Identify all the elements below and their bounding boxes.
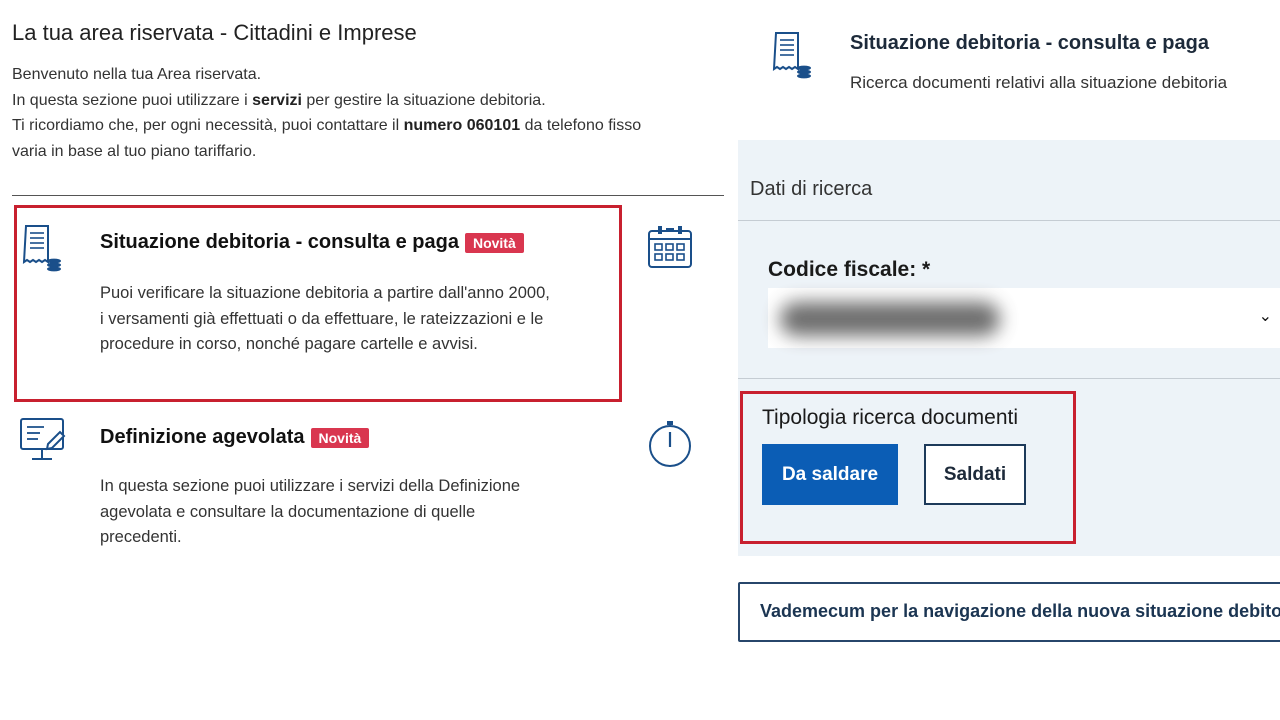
intro-line-1: Benvenuto nella tua Area riservata.	[12, 66, 262, 83]
intro-line-2: In questa sezione puoi utilizzare i serv…	[12, 91, 546, 109]
highlight-box	[740, 391, 1076, 544]
calendar-icon	[646, 223, 694, 276]
highlight-box	[14, 205, 622, 402]
chevron-down-icon: ⌄	[1258, 308, 1272, 325]
monitor-edit-icon	[18, 416, 68, 469]
service-card-definizione-agevolata[interactable]: Definizione agevolata Novità In questa s…	[0, 410, 728, 570]
service-title[interactable]: Definizione agevolata Novità	[100, 426, 370, 449]
vademecum-label: Vademecum per la navigazione della nuova…	[760, 601, 1280, 621]
service-header-subtitle: Ricerca documenti relativi alla situazio…	[850, 73, 1228, 92]
intro-line-3: Ti ricordiamo che, per ogni necessità, p…	[12, 117, 642, 134]
right-screenshot: Situazione debitoria - consulta e paga R…	[728, 0, 1280, 720]
page-title: La tua area riservata - Cittadini e Impr…	[12, 20, 417, 45]
service-header-title: Situazione debitoria - consulta e paga	[850, 32, 1209, 54]
divider	[12, 195, 724, 196]
codice-fiscale-label: Codice fiscale: *	[768, 258, 931, 281]
left-screenshot: La tua area riservata - Cittadini e Impr…	[0, 0, 728, 720]
intro-text: Benvenuto nella tua Area riservata. In q…	[12, 62, 728, 164]
service-description: In questa sezione puoi utilizzare i serv…	[100, 477, 521, 546]
panel-title: Dati di ricerca	[750, 178, 873, 200]
codice-fiscale-select[interactable]: ⌄	[768, 288, 1280, 348]
vademecum-button[interactable]: Vademecum per la navigazione della nuova…	[738, 582, 1280, 642]
intro-line-4: varia in base al tuo piano tariffario.	[12, 142, 257, 160]
divider	[738, 378, 1280, 379]
divider	[738, 220, 1280, 221]
new-badge: Novità	[310, 427, 370, 448]
receipt-icon	[772, 30, 814, 87]
timer-icon	[646, 418, 694, 473]
redacted-value	[780, 302, 1000, 336]
